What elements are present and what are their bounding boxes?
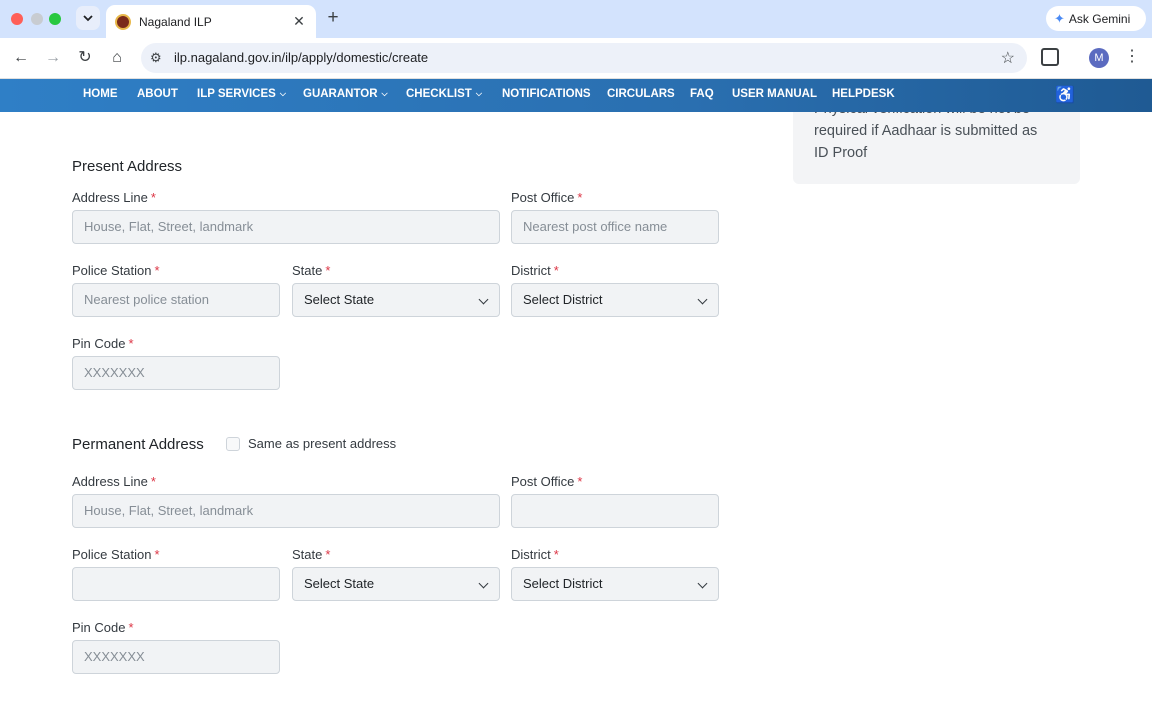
present-state-select[interactable]: Select State: [292, 283, 500, 317]
site-favicon-icon: [115, 13, 131, 30]
back-arrow-icon[interactable]: ←: [11, 48, 31, 68]
chevron-down-icon: [697, 578, 708, 589]
permanent-police-station-input[interactable]: [72, 567, 280, 601]
permanent-state-label: State *: [292, 547, 331, 562]
tab-title: Nagaland ILP: [139, 14, 212, 29]
present-post-office-input[interactable]: Nearest post office name: [511, 210, 719, 244]
present-district-value: Select District: [523, 292, 603, 307]
browser-tab-strip: Nagaland ILP ✕ + ✦ Ask Gemini: [0, 0, 1152, 38]
window-close-button[interactable]: [11, 13, 23, 25]
present-state-value: Select State: [304, 292, 375, 307]
info-note-card: Physical verification will be not be req…: [793, 112, 1080, 184]
site-info-icon[interactable]: ⚙: [150, 50, 162, 66]
chevron-down-icon: ⌵: [475, 89, 482, 98]
extensions-icon[interactable]: [1041, 48, 1059, 66]
info-note-line: Physical verification will be not be: [814, 112, 1059, 120]
reload-icon[interactable]: ↻: [75, 48, 95, 68]
ask-gemini-label: Ask Gemini: [1068, 11, 1131, 26]
present-district-label: District *: [511, 263, 559, 278]
window-maximize-button[interactable]: [49, 13, 61, 25]
permanent-district-value: Select District: [523, 576, 603, 591]
permanent-police-station-label: Police Station *: [72, 547, 160, 562]
gemini-sparkle-icon: ✦: [1054, 10, 1065, 26]
present-pin-code-input[interactable]: XXXXXXX: [72, 356, 280, 390]
chevron-down-icon: ⌵: [279, 89, 286, 98]
page-content: Physical verification will be not be req…: [0, 112, 1152, 720]
url-text[interactable]: ilp.nagaland.gov.in/ilp/apply/domestic/c…: [174, 50, 428, 65]
permanent-post-office-label: Post Office *: [511, 474, 583, 489]
same-as-present-label[interactable]: Same as present address: [248, 436, 396, 451]
chevron-down-icon: [478, 294, 489, 305]
new-tab-button[interactable]: +: [323, 8, 343, 28]
permanent-address-title: Permanent Address: [72, 436, 204, 453]
present-district-select[interactable]: Select District: [511, 283, 719, 317]
permanent-pin-code-label: Pin Code *: [72, 620, 134, 635]
tab-close-icon[interactable]: ✕: [291, 13, 307, 30]
present-address-title: Present Address: [72, 158, 183, 175]
nav-ilp-services[interactable]: ILP SERVICES ⌵: [197, 88, 286, 100]
permanent-address-line-input[interactable]: House, Flat, Street, landmark: [72, 494, 500, 528]
nav-guarantor[interactable]: GUARANTOR ⌵: [303, 88, 388, 100]
present-police-station-input[interactable]: Nearest police station: [72, 283, 280, 317]
browser-tab[interactable]: Nagaland ILP ✕: [106, 5, 316, 38]
permanent-post-office-input[interactable]: [511, 494, 719, 528]
nav-about[interactable]: ABOUT: [137, 88, 178, 100]
bookmark-star-icon[interactable]: ☆: [1001, 48, 1015, 68]
permanent-state-value: Select State: [304, 576, 375, 591]
nav-helpdesk[interactable]: HELPDESK: [832, 88, 895, 100]
chevron-down-icon: ⌵: [381, 89, 388, 98]
info-note-line: ID Proof: [814, 145, 868, 161]
site-navigation: HOME ABOUT ILP SERVICES ⌵ GUARANTOR ⌵ CHEC…: [0, 79, 1152, 112]
present-address-line-label: Address Line *: [72, 190, 156, 205]
permanent-pin-code-input[interactable]: XXXXXXX: [72, 640, 280, 674]
chevron-down-icon: [83, 14, 93, 21]
info-note-line: required if Aadhaar is submitted as: [814, 123, 1038, 139]
nav-user-manual[interactable]: USER MANUAL: [732, 88, 817, 100]
address-bar[interactable]: ⚙ ilp.nagaland.gov.in/ilp/apply/domestic…: [141, 43, 1027, 73]
present-address-line-input[interactable]: House, Flat, Street, landmark: [72, 210, 500, 244]
present-pin-code-label: Pin Code *: [72, 336, 134, 351]
permanent-state-select[interactable]: Select State: [292, 567, 500, 601]
chevron-down-icon: [478, 578, 489, 589]
chevron-down-icon: [697, 294, 708, 305]
profile-avatar[interactable]: M: [1089, 48, 1109, 68]
nav-checklist[interactable]: CHECKLIST ⌵: [406, 88, 482, 100]
ask-gemini-button[interactable]: ✦ Ask Gemini: [1046, 6, 1146, 31]
accessibility-icon[interactable]: ♿: [1055, 85, 1075, 105]
nav-faq[interactable]: FAQ: [690, 88, 714, 100]
permanent-address-line-label: Address Line *: [72, 474, 156, 489]
browser-menu-icon[interactable]: ⋮: [1124, 47, 1140, 67]
nav-notifications[interactable]: NOTIFICATIONS: [502, 88, 591, 100]
window-minimize-button[interactable]: [31, 13, 43, 25]
nav-circulars[interactable]: CIRCULARS: [607, 88, 675, 100]
tab-search-button[interactable]: [76, 6, 100, 30]
present-police-station-label: Police Station *: [72, 263, 160, 278]
forward-arrow-icon[interactable]: →: [43, 48, 63, 68]
permanent-district-select[interactable]: Select District: [511, 567, 719, 601]
browser-toolbar: ← → ↻ ⌂ ⚙ ilp.nagaland.gov.in/ilp/apply/…: [0, 38, 1152, 79]
home-icon[interactable]: ⌂: [107, 48, 127, 68]
nav-home[interactable]: HOME: [83, 88, 118, 100]
present-state-label: State *: [292, 263, 331, 278]
present-post-office-label: Post Office *: [511, 190, 583, 205]
same-as-present-checkbox[interactable]: [226, 437, 240, 451]
permanent-district-label: District *: [511, 547, 559, 562]
